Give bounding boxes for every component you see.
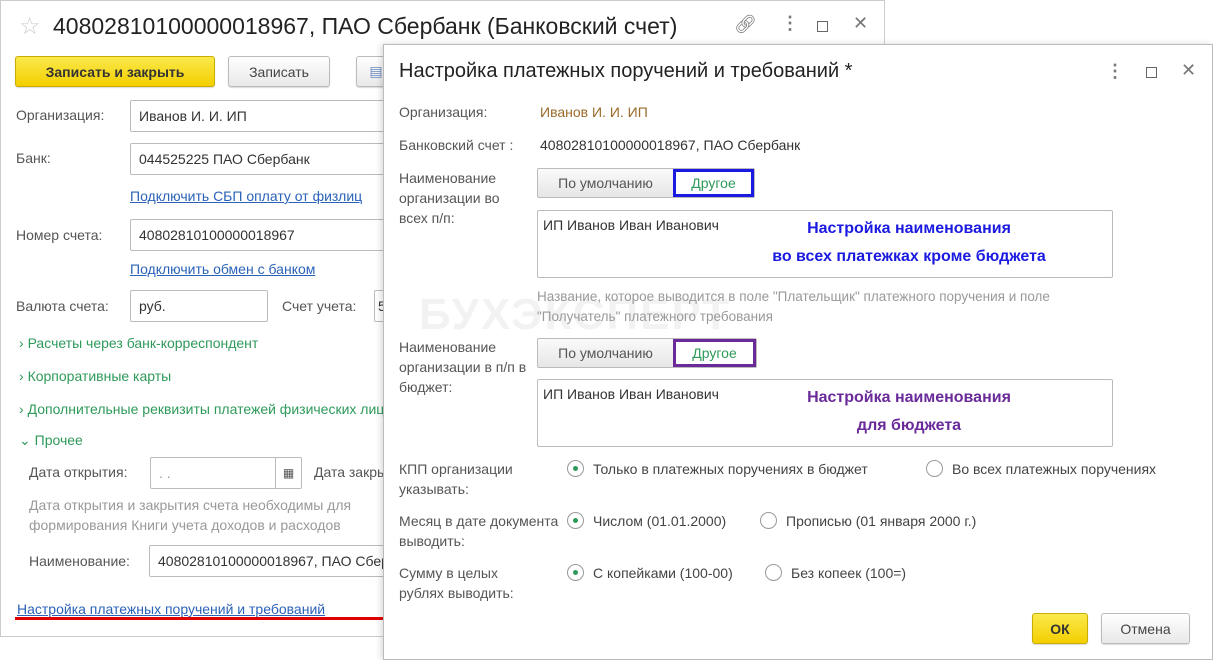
group-label: Дополнительные реквизиты платежей физиче… [27,401,385,417]
toggle-default[interactable]: По умолчанию [538,339,673,367]
radio-label: Без копеек (100=) [791,564,907,581]
name-hint: Название, которое выводится в поле "Плат… [537,289,1050,324]
kpp-option-budget[interactable]: Только в платежных поручениях в бюджет [567,460,868,477]
bank-exchange-link[interactable]: Подключить обмен с банком [130,261,315,277]
sum-option-no-kopecks[interactable]: Без копеек (100=) [765,564,906,581]
calendar-icon[interactable]: ▦ [275,458,301,488]
save-button[interactable]: Записать [228,56,330,87]
sum-option-kopecks[interactable]: С копейками (100-00) [567,564,733,581]
radio-icon [567,512,584,529]
radio-label: Прописью (01 января 2000 г.) [786,512,977,529]
bank-account-value: 40802810100000018967, ПАО Сбербанк [540,137,801,153]
name-all-value: ИП Иванов Иван Иванович [543,217,719,233]
name-budget-label: Наименование организации в п/п в бюджет: [399,339,527,395]
radio-icon [760,512,777,529]
maximize-icon[interactable] [1146,67,1157,78]
bank-label: Банк: [16,150,51,166]
date-hint: Дата открытия и закрытия счета необходим… [29,497,352,533]
annotation-all: Настройка наименования во всех платежках … [744,215,1074,271]
organization-label: Организация: [16,107,105,123]
close-icon[interactable]: ✕ [853,13,868,34]
close-icon[interactable]: ✕ [1181,60,1196,81]
group-corporate-cards[interactable]: › Корпоративные карты [19,368,171,384]
name-all-toggle: По умолчанию Другое [537,168,755,198]
payment-settings-link[interactable]: Настройка платежных поручений и требован… [17,601,325,617]
dialog-title: Настройка платежных поручений и требован… [399,60,853,82]
radio-label: С копейками (100-00) [593,564,733,581]
open-date-label: Дата открытия: [29,464,128,480]
annotation-line: Настройка наименования [807,389,1011,406]
open-date-value: . . [159,465,171,481]
group-label: Расчеты через банк-корреспондент [27,335,259,351]
group-extra-requisites[interactable]: › Дополнительные реквизиты платежей физи… [19,401,384,417]
cancel-button[interactable]: Отмена [1101,613,1190,644]
radio-label: Числом (01.01.2000) [593,512,727,529]
name-field[interactable]: 40802810100000018967, ПАО Сбербанк [149,545,409,577]
name-budget-value: ИП Иванов Иван Иванович [543,386,719,402]
organization-value: Иванов И. И. ИП [540,104,648,120]
group-other[interactable]: ⌄ Прочее [19,432,83,449]
radio-icon [567,460,584,477]
radio-icon [567,564,584,581]
link-icon[interactable]: 🔗︎ [734,14,757,35]
month-option-words[interactable]: Прописью (01 января 2000 г.) [760,512,976,529]
bank-account-label: Банковский счет : [399,137,514,153]
name-label: Наименование: [29,553,130,569]
month-option-number[interactable]: Числом (01.01.2000) [567,512,726,529]
toggle-default[interactable]: По умолчанию [538,169,673,197]
name-all-label: Наименование организации во всех п/п: [399,170,500,226]
toggle-other[interactable]: Другое [673,339,756,367]
window-title: 40802810100000018967, ПАО Сбербанк (Банк… [53,13,678,39]
currency-field[interactable]: руб. [130,290,268,322]
radio-label: Только в платежных поручениях в бюджет [593,460,868,477]
annotation-line: для бюджета [856,417,962,434]
annotation-line: во всех платежках кроме бюджета [772,248,1046,265]
sum-label: Сумму в целых рублях выводить: [399,565,514,601]
name-budget-toggle: По умолчанию Другое [537,338,757,368]
annotation-line: Настройка наименования [807,220,1011,237]
favorite-star-icon[interactable]: ☆ [19,12,41,41]
sbp-link[interactable]: Подключить СБП оплату от физлиц [130,188,362,204]
ledger-label: Счет учета: [282,298,357,314]
ok-button[interactable]: ОК [1032,613,1088,644]
month-label: Месяц в дате документа выводить: [399,513,559,549]
radio-icon [926,460,943,477]
radio-icon [765,564,782,581]
annotation-budget: Настройка наименования для бюджета [784,384,1034,440]
open-date-field[interactable]: . . ▦ [150,457,302,489]
toggle-other[interactable]: Другое [673,169,754,197]
kpp-label: КПП организации указывать: [399,461,513,497]
currency-label: Валюта счета: [16,298,109,314]
kpp-option-all[interactable]: Во всех платежных поручениях [926,460,1156,477]
red-underline [15,617,385,620]
more-icon[interactable]: ⋮ [1106,61,1124,82]
more-icon[interactable]: ⋮ [781,13,799,34]
maximize-icon[interactable] [817,21,828,32]
group-label: Корпоративные карты [27,368,172,384]
group-correspondent[interactable]: › Расчеты через банк-корреспондент [19,335,258,351]
save-and-close-button[interactable]: Записать и закрыть [15,56,215,87]
organization-label: Организация: [399,104,488,120]
radio-label: Во всех платежных поручениях [952,460,1157,477]
account-number-label: Номер счета: [16,227,103,243]
group-label: Прочее [34,432,83,448]
payment-settings-dialog: Настройка платежных поручений и требован… [383,44,1213,660]
